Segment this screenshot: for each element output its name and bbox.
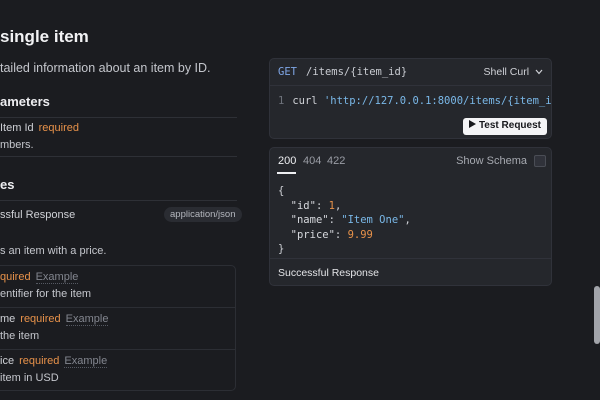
- play-icon: [468, 120, 476, 128]
- response-example-panel: 200 404 422 Show Schema { "id": 1, "name…: [269, 147, 552, 286]
- json-key-price: "price": [290, 228, 335, 241]
- test-request-label: Test Request: [478, 120, 541, 131]
- required-badge: quired: [0, 271, 31, 283]
- response-status: Successful Response: [278, 267, 379, 279]
- divider: [0, 349, 236, 350]
- schema-field-id: quired Example: [0, 271, 79, 284]
- field-name: me: [0, 313, 16, 325]
- required-badge: required: [20, 313, 61, 325]
- request-example-panel: GET /items/{item_id} Shell Curl 1 curl 'h…: [269, 58, 552, 139]
- page-title: single item: [0, 27, 89, 46]
- divider: [0, 307, 236, 308]
- code-url: 'http://127.0.0.1:8000/items/{item_id}': [323, 95, 552, 107]
- endpoint-path: /items/{item_id}: [306, 66, 408, 78]
- show-schema-label[interactable]: Show Schema: [456, 155, 527, 167]
- request-header: GET /items/{item_id} Shell Curl: [270, 59, 551, 86]
- required-badge: required: [19, 355, 60, 367]
- language-label: Shell Curl: [483, 66, 530, 78]
- schema-field-price: ice required Example: [0, 355, 108, 368]
- test-request-button[interactable]: Test Request: [462, 118, 547, 135]
- divider: [270, 258, 551, 259]
- scrollbar-thumb[interactable]: [594, 286, 600, 344]
- example-toggle[interactable]: Example: [64, 355, 108, 368]
- json-key-id: "id": [290, 199, 316, 212]
- required-badge: required: [38, 122, 79, 134]
- example-toggle[interactable]: Example: [35, 271, 79, 284]
- field-description: item in USD: [0, 372, 59, 384]
- json-value-name: "Item One": [341, 214, 405, 226]
- line-number: 1: [278, 95, 285, 107]
- tab-200[interactable]: 200: [278, 155, 296, 167]
- response-name[interactable]: ssful Response: [0, 209, 75, 221]
- responses-heading: es: [0, 177, 15, 192]
- json-value-price: 9.99: [347, 228, 373, 241]
- chevron-down-icon: [535, 69, 543, 75]
- endpoint-description: tailed information about an item by ID.: [0, 61, 211, 75]
- content-type-badge[interactable]: application/json: [164, 207, 242, 222]
- show-schema-checkbox[interactable]: [534, 155, 546, 167]
- parameters-heading: ameters: [0, 94, 50, 109]
- field-name: ice: [0, 355, 15, 367]
- code-command: curl: [292, 95, 318, 107]
- param-description: mbers.: [0, 139, 34, 151]
- response-description: s an item with a price.: [0, 245, 107, 257]
- divider: [0, 200, 237, 201]
- field-description: entifier for the item: [0, 288, 92, 300]
- divider: [0, 117, 237, 118]
- http-method: GET: [278, 66, 297, 78]
- language-select[interactable]: Shell Curl: [484, 66, 543, 78]
- field-description: the item: [0, 330, 40, 342]
- example-toggle[interactable]: Example: [65, 313, 109, 326]
- param-name: Item Id: [0, 122, 34, 134]
- schema-field-name: me required Example: [0, 313, 109, 326]
- tab-422[interactable]: 422: [327, 155, 345, 167]
- code-line: 1 curl 'http://127.0.0.1:8000/items/{item…: [278, 95, 552, 107]
- response-json: { "id": 1, "name": "Item One", "price": …: [278, 185, 411, 255]
- divider: [0, 156, 237, 157]
- tab-404[interactable]: 404: [303, 155, 321, 167]
- param-item-id: Item Id required: [0, 122, 79, 134]
- json-value-id: 1: [328, 199, 335, 212]
- json-key-name: "name": [290, 214, 329, 226]
- active-tab-indicator: [277, 172, 296, 174]
